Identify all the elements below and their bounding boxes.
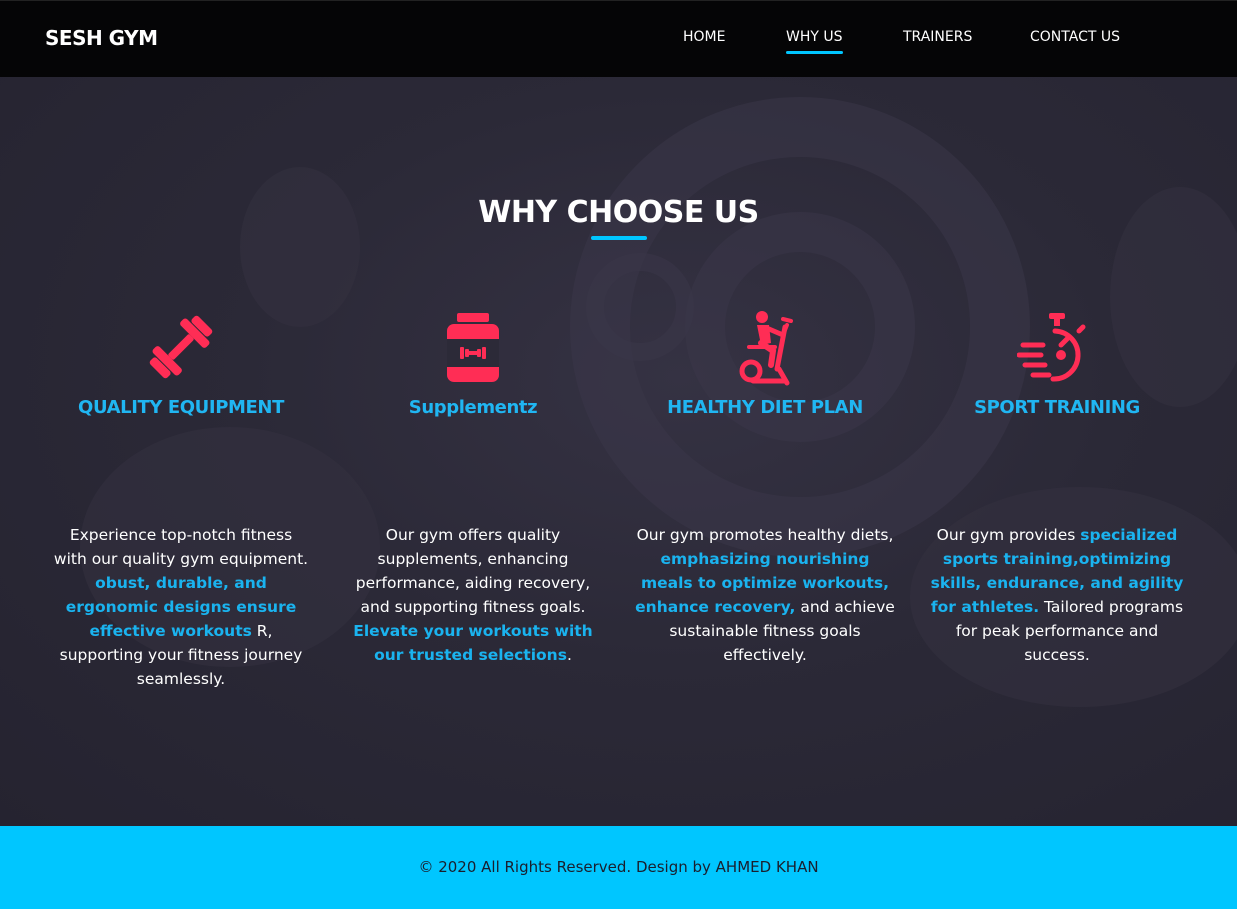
title-underline [591, 236, 647, 240]
feature-healthy-diet-plan: HEALTHY DIET PLAN Our gym promotes healt… [635, 307, 895, 664]
top-navbar: SESH GYM HOME WHY US TRAINERS CONTACT US [0, 0, 1237, 77]
stopwatch-icon [1017, 313, 1086, 382]
gym-background-image [80, 97, 1237, 707]
feature-title: QUALITY EQUIPMENT [78, 397, 284, 418]
nav-contact-us[interactable]: CONTACT US [1030, 29, 1120, 45]
feature-title: HEALTHY DIET PLAN [667, 397, 863, 418]
dumbbell-icon [149, 315, 213, 379]
feature-supplements: Supplementz Our gym offers quality suppl… [343, 307, 603, 664]
feature-description: Our gym promotes healthy diets, emphasiz… [635, 526, 895, 664]
feature-title: Supplementz [408, 397, 538, 418]
nav-trainers[interactable]: TRAINERS [903, 29, 972, 45]
why-choose-us-section: WHY CHOOSE US QUALITY EQUIPMENT Experien… [0, 77, 1237, 826]
supplement-jar-icon [447, 313, 499, 382]
section-title: WHY CHOOSE US [478, 195, 759, 230]
feature-description: Our gym provides specialized sports trai… [930, 526, 1184, 664]
exercise-bike-icon [739, 311, 793, 386]
main-nav: HOME WHY US TRAINERS CONTACT US [0, 29, 1237, 59]
feature-quality-equipment: QUALITY EQUIPMENT Experience top-notch f… [51, 307, 311, 688]
feature-title: SPORT TRAINING [974, 397, 1140, 418]
feature-description: Our gym offers quality supplements, enha… [353, 526, 593, 664]
nav-home[interactable]: HOME [683, 29, 725, 45]
copyright-text: © 2020 All Rights Reserved. Design by AH… [418, 858, 819, 876]
nav-why-us[interactable]: WHY US [786, 29, 843, 54]
feature-description: Experience top-notch fitness with our qu… [53, 526, 309, 688]
feature-sport-training: SPORT TRAINING Our gym provides speciali… [927, 307, 1187, 664]
footer: © 2020 All Rights Reserved. Design by AH… [0, 826, 1237, 909]
